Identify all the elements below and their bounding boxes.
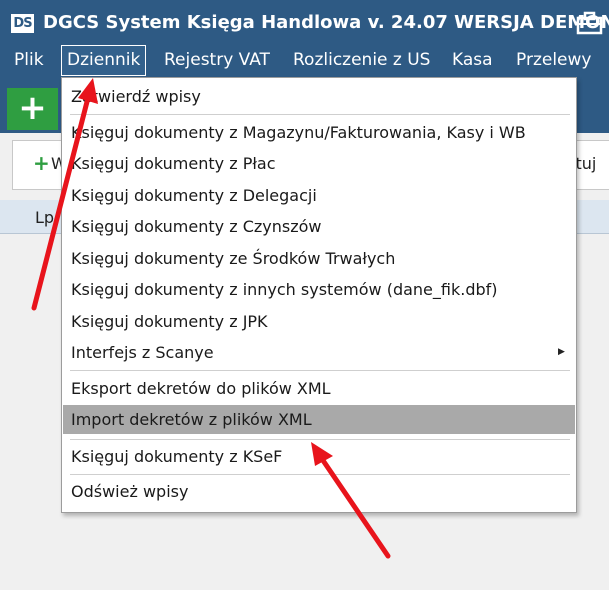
menu-item-import-xml[interactable]: Import dekretów z plików XML	[63, 405, 575, 434]
menu-item-label: Księguj dokumenty z JPK	[71, 312, 268, 331]
menu-separator	[70, 114, 570, 115]
menu-item-label: Księguj dokumenty z KSeF	[71, 447, 283, 466]
menu-item-label: Księguj dokumenty z innych systemów (dan…	[71, 280, 498, 299]
menu-przelewy[interactable]: Przelewy	[511, 46, 596, 75]
add-button[interactable]: +	[7, 88, 58, 130]
menu-rozliczenie-z-us[interactable]: Rozliczenie z US	[288, 46, 435, 75]
menu-item-ksieguj-czynsze[interactable]: Księguj dokumenty z Czynszów	[63, 212, 575, 241]
menu-item-label: Księguj dokumenty z Płac	[71, 154, 276, 173]
menu-item-label: Odśwież wpisy	[71, 482, 189, 501]
submenu-arrow-icon: ▶	[558, 347, 565, 357]
menu-item-label: Księguj dokumenty ze Środków Trwałych	[71, 249, 396, 268]
menu-rejestry-vat[interactable]: Rejestry VAT	[159, 46, 275, 75]
menu-item-ksieguj-srodki-trwale[interactable]: Księguj dokumenty ze Środków Trwałych	[63, 244, 575, 273]
menu-item-ksieguj-place[interactable]: Księguj dokumenty z Płac	[63, 149, 575, 178]
menu-item-odswiez-wpisy[interactable]: Odśwież wpisy	[63, 477, 575, 506]
app-logo: DS	[11, 14, 34, 33]
menu-item-label: Interfejs z Scanye	[71, 343, 214, 362]
window-title: DGCS System Księga Handlowa v. 24.07 WER…	[43, 12, 609, 33]
dziennik-dropdown-menu: Zatwierdź wpisy Księguj dokumenty z Maga…	[61, 77, 577, 513]
menu-item-zatwierdz-wpisy[interactable]: Zatwierdź wpisy	[63, 82, 575, 111]
menu-item-ksieguj-ksef[interactable]: Księguj dokumenty z KSeF	[63, 442, 575, 471]
menu-item-label: Księguj dokumenty z Czynszów	[71, 217, 322, 236]
menu-item-ksieguj-magazyn[interactable]: Księguj dokumenty z Magazynu/Fakturowani…	[63, 118, 575, 147]
menu-item-label: Księguj dokumenty z Delegacji	[71, 186, 317, 205]
menu-bar: Plik Dziennik Rejestry VAT Rozliczenie z…	[0, 45, 609, 77]
column-header-lp[interactable]: Lp	[35, 208, 54, 227]
menu-item-eksport-xml[interactable]: Eksport dekretów do plików XML	[63, 374, 575, 403]
menu-item-ksieguj-delegacje[interactable]: Księguj dokumenty z Delegacji	[63, 181, 575, 210]
add-icon[interactable]: +	[33, 152, 50, 174]
menu-separator	[70, 370, 570, 371]
menu-item-interfejs-scanye[interactable]: Interfejs z Scanye ▶	[63, 338, 575, 367]
menu-item-ksieguj-jpk[interactable]: Księguj dokumenty z JPK	[63, 307, 575, 336]
menu-item-ksieguj-inne-systemy[interactable]: Księguj dokumenty z innych systemów (dan…	[63, 275, 575, 304]
menu-item-label: Import dekretów z plików XML	[71, 410, 312, 429]
menu-separator	[70, 474, 570, 475]
menu-plik[interactable]: Plik	[9, 46, 49, 75]
briefcase-icon[interactable]	[576, 11, 603, 35]
menu-item-label: Zatwierdź wpisy	[71, 87, 201, 106]
menu-kasa[interactable]: Kasa	[447, 46, 498, 75]
menu-separator	[70, 439, 570, 440]
menu-item-label: Księguj dokumenty z Magazynu/Fakturowani…	[71, 123, 526, 142]
menu-item-label: Eksport dekretów do plików XML	[71, 379, 331, 398]
title-bar: DS DGCS System Księga Handlowa v. 24.07 …	[0, 0, 609, 46]
menu-dziennik[interactable]: Dziennik	[61, 45, 147, 76]
